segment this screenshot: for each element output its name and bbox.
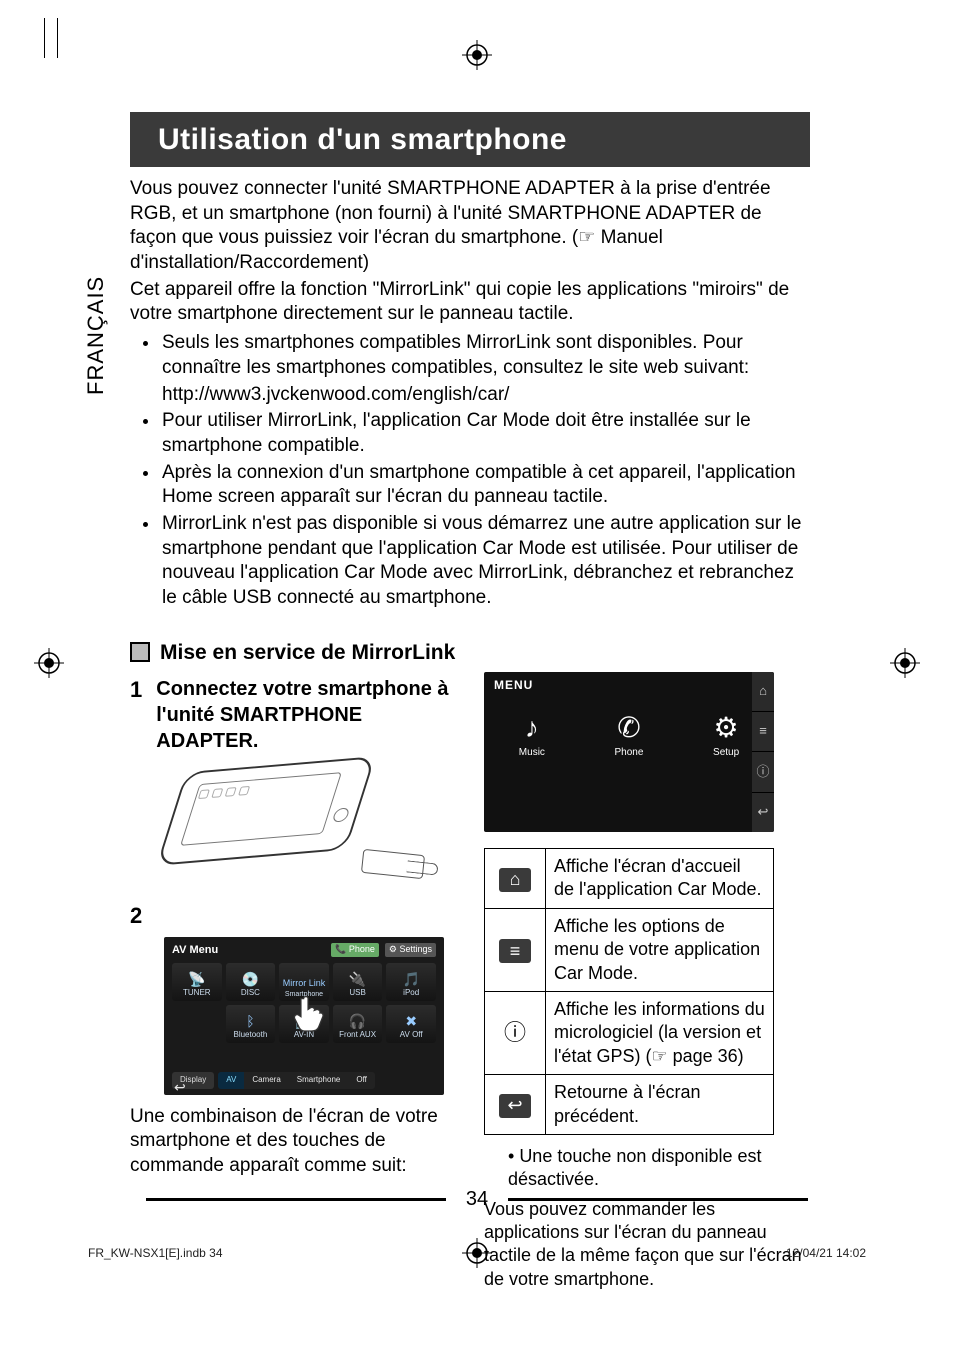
av-menu-screenshot: AV Menu 📞 Phone ⚙ Settings 📡TUNER 💿DISC … bbox=[164, 937, 444, 1095]
menu-item-phone[interactable]: ✆ Phone bbox=[615, 714, 644, 759]
step-number: 2 bbox=[130, 902, 150, 931]
av-display-segment[interactable]: AV Camera Smartphone Off bbox=[218, 1072, 375, 1088]
gear-icon: ⚙ bbox=[714, 714, 739, 742]
menu-item-label: Setup bbox=[713, 746, 739, 759]
music-note-icon: ♪ bbox=[525, 714, 539, 742]
language-tab: FRANÇAIS bbox=[82, 276, 111, 395]
intro-paragraph-1: Vous pouvez connecter l'unité SMARTPHONE… bbox=[130, 177, 810, 276]
intro-bullet-list: Seuls les smartphones compatibles Mirror… bbox=[130, 331, 810, 611]
back-icon[interactable]: ↩ bbox=[174, 1078, 186, 1096]
registration-mark-left bbox=[34, 648, 64, 678]
section-heading-text: Mise en service de MirrorLink bbox=[160, 639, 455, 666]
menu-item-label: Music bbox=[519, 746, 545, 759]
av-menu-settings-button[interactable]: ⚙ Settings bbox=[385, 943, 436, 957]
bullet-url: http://www3.jvckenwood.com/english/car/ bbox=[162, 383, 810, 408]
slug-timestamp: 12/04/21 14:02 bbox=[786, 1246, 866, 1262]
print-slug-line: FR_KW-NSX1[E].indb 34 12/04/21 14:02 bbox=[88, 1246, 866, 1262]
table-row: ⌂ Affiche l'écran d'accueil de l'applica… bbox=[485, 848, 774, 908]
av-tile-bluetooth[interactable]: ᛒBluetooth bbox=[226, 1005, 276, 1043]
icon-description-table: ⌂ Affiche l'écran d'accueil de l'applica… bbox=[484, 848, 774, 1135]
bullet-item: Après la connexion d'un smartphone compa… bbox=[160, 461, 810, 510]
footer-rule bbox=[146, 1198, 446, 1201]
smartphone-connection-illustration bbox=[164, 762, 434, 892]
step-1: 1 Connectez votre smartphone à l'unité S… bbox=[130, 676, 456, 754]
table-row: ↩ Retourne à l'écran précédent. bbox=[485, 1075, 774, 1135]
bullet-text: Seuls les smartphones compatibles Mirror… bbox=[162, 332, 749, 378]
step-text: Connectez votre smartphone à l'unité SMA… bbox=[156, 676, 456, 754]
sidebar-menu-icon[interactable]: ≡ bbox=[752, 712, 774, 752]
section-heading: Mise en service de MirrorLink bbox=[130, 639, 810, 666]
slug-filename: FR_KW-NSX1[E].indb 34 bbox=[88, 1246, 223, 1262]
menu-item-music[interactable]: ♪ Music bbox=[519, 714, 545, 759]
bullet-item: Pour utiliser MirrorLink, l'application … bbox=[160, 409, 810, 458]
av-menu-phone-button[interactable]: 📞 Phone bbox=[331, 943, 379, 957]
section-marker-icon bbox=[130, 642, 150, 662]
menu-header: MENU bbox=[484, 672, 774, 700]
bullet-item: Seuls les smartphones compatibles Mirror… bbox=[160, 331, 810, 407]
tap-hand-icon bbox=[291, 993, 327, 1033]
info-icon: ⓘ bbox=[504, 1020, 526, 1045]
av-tile-avoff[interactable]: ✖AV Off bbox=[386, 1005, 436, 1043]
menu-lines-icon: ≡ bbox=[499, 939, 531, 963]
icon-description: Affiche les informations du micrologicie… bbox=[546, 991, 774, 1074]
registration-mark-top bbox=[462, 40, 492, 70]
sidebar-home-icon[interactable]: ⌂ bbox=[752, 672, 774, 712]
note-bullet: • Une touche non disponible est désactiv… bbox=[508, 1145, 810, 1192]
av-tile-frontaux[interactable]: 🎧Front AUX bbox=[333, 1005, 383, 1043]
bullet-item: MirrorLink n'est pas disponible si vous … bbox=[160, 512, 810, 611]
icon-description: Retourne à l'écran précédent. bbox=[546, 1075, 774, 1135]
icon-description: Affiche l'écran d'accueil de l'applicati… bbox=[546, 848, 774, 908]
menu-sidebar: ⌂ ≡ ⓘ ↩ bbox=[752, 672, 774, 832]
phone-icon: ✆ bbox=[617, 714, 640, 742]
menu-item-label: Phone bbox=[615, 746, 644, 759]
footer-rule bbox=[508, 1198, 808, 1201]
step-2: 2 bbox=[130, 902, 456, 931]
sidebar-back-icon[interactable]: ↩ bbox=[752, 793, 774, 832]
return-icon: ↩ bbox=[499, 1094, 531, 1118]
icon-description: Affiche les options de menu de votre app… bbox=[546, 908, 774, 991]
registration-mark-right bbox=[890, 648, 920, 678]
home-icon: ⌂ bbox=[499, 868, 531, 892]
page-number: 34 bbox=[466, 1188, 488, 1210]
intro-paragraph-2: Cet appareil offre la fonction "MirrorLi… bbox=[130, 278, 810, 327]
menu-item-setup[interactable]: ⚙ Setup bbox=[713, 714, 739, 759]
step-number: 1 bbox=[130, 676, 142, 754]
car-mode-menu-screenshot: MENU ♪ Music ✆ Phone ⚙ Setup bbox=[484, 672, 774, 832]
av-tile-disc[interactable]: 💿DISC bbox=[226, 963, 276, 1001]
trim-mark-top-left bbox=[44, 18, 85, 58]
av-menu-title: AV Menu bbox=[172, 943, 218, 957]
table-row: ≡ Affiche les options de menu de votre a… bbox=[485, 908, 774, 991]
table-row: ⓘ Affiche les informations du micrologic… bbox=[485, 991, 774, 1074]
sidebar-info-icon[interactable]: ⓘ bbox=[752, 752, 774, 792]
av-tile-ipod[interactable]: 🎵iPod bbox=[386, 963, 436, 1001]
step-2-caption: Une combinaison de l'écran de votre smar… bbox=[130, 1105, 456, 1179]
av-tile-usb[interactable]: 🔌USB bbox=[333, 963, 383, 1001]
av-tile-tuner[interactable]: 📡TUNER bbox=[172, 963, 222, 1001]
page-title: Utilisation d'un smartphone bbox=[130, 112, 810, 167]
page-number-footer: 34 bbox=[0, 1186, 954, 1212]
